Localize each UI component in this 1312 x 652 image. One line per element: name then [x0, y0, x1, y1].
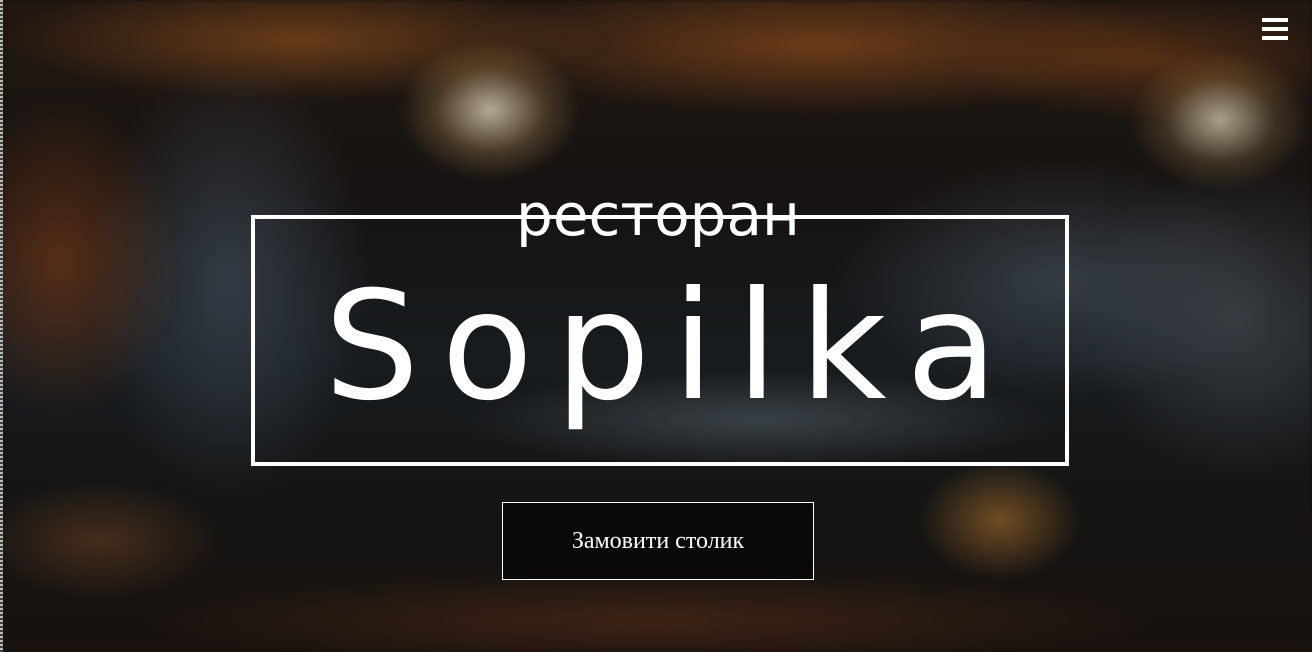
menu-bar-top [1262, 18, 1288, 22]
logo-title: Sopilka [324, 260, 1020, 434]
menu-bar-middle [1262, 27, 1288, 31]
logo-subtitle: ресторан [516, 181, 800, 249]
scrollbar-edge [0, 0, 3, 652]
hero-section: ресторан Sopilka Замовити столик [0, 0, 1312, 652]
hamburger-menu-icon[interactable] [1262, 18, 1288, 42]
reserve-table-button[interactable]: Замовити столик [502, 502, 814, 580]
menu-bar-bottom [1262, 36, 1288, 40]
